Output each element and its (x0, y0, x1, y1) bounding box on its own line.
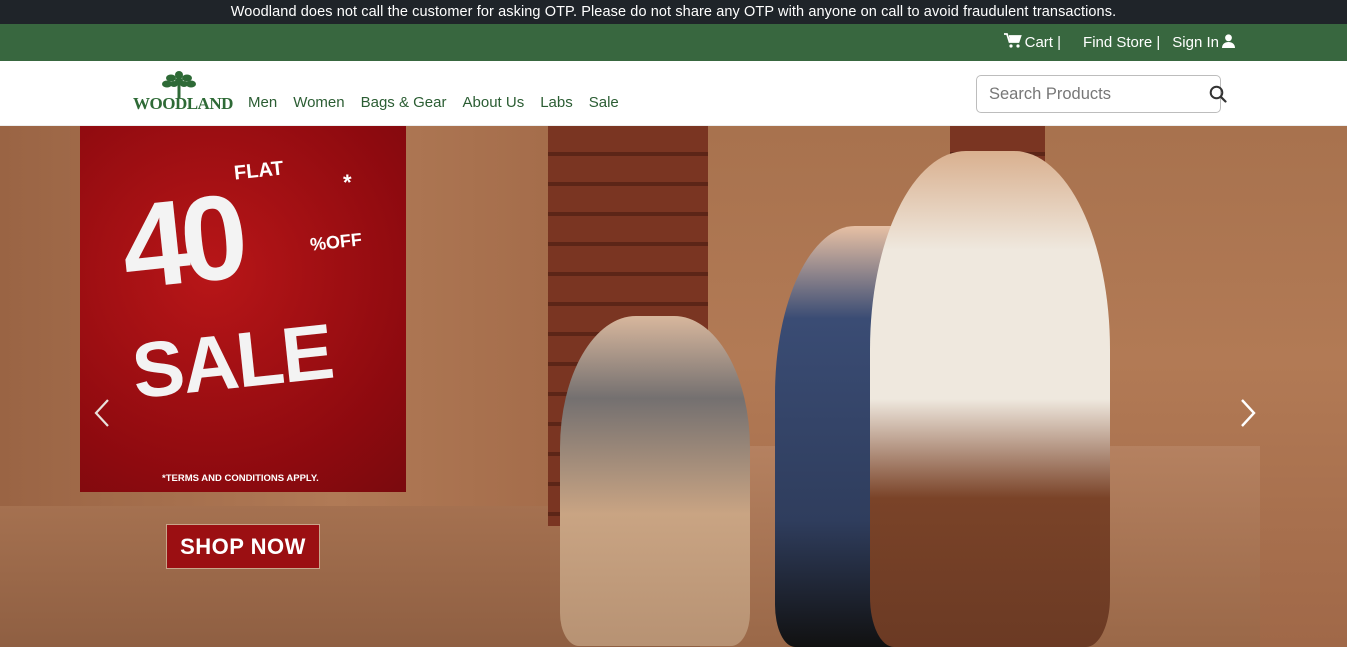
search-input[interactable] (989, 84, 1209, 104)
model-woman (560, 316, 750, 646)
chevron-right-icon (1237, 399, 1259, 434)
chevron-left-icon (92, 399, 114, 434)
otp-notice-text: Woodland does not call the customer for … (230, 4, 1117, 20)
sign-in-label: Sign In (1172, 34, 1219, 51)
main-menu: Men Women Bags & Gear About Us Labs Sale (248, 94, 635, 111)
menu-item-labs[interactable]: Labs (540, 94, 573, 111)
carousel-prev-button[interactable] (92, 396, 114, 430)
logo-text: WOODLAND (133, 94, 233, 113)
user-icon (1222, 33, 1235, 52)
shop-now-button[interactable]: SHOP NOW (166, 524, 320, 569)
carousel-next-button[interactable] (1237, 396, 1259, 430)
menu-item-about-us[interactable]: About Us (463, 94, 525, 111)
promo-sale-text: SALE (127, 306, 337, 416)
find-store-label: Find Store | (1083, 34, 1161, 51)
menu-item-sale[interactable]: Sale (589, 94, 619, 111)
search-icon[interactable] (1209, 85, 1227, 103)
promo-off-text: %OFF (309, 229, 363, 255)
sale-promo-card: FLAT 40 * %OFF SALE *TERMS AND CONDITION… (80, 126, 406, 492)
cart-label: Cart | (1024, 34, 1062, 51)
sign-in-link[interactable]: Sign In (1172, 33, 1235, 52)
utility-bar: Cart | Find Store | Sign In (0, 24, 1347, 61)
search-box (976, 75, 1227, 113)
promo-discount-number: 40 (115, 169, 247, 315)
promo-flat-text: FLAT (232, 157, 285, 185)
hero-banner[interactable]: FLAT 40 * %OFF SALE *TERMS AND CONDITION… (0, 126, 1347, 647)
main-header: WOODLAND Men Women Bags & Gear About Us … (0, 61, 1347, 126)
otp-notice-bar: Woodland does not call the customer for … (0, 0, 1347, 24)
find-store-link[interactable]: Find Store | (1083, 34, 1160, 51)
menu-item-bags-gear[interactable]: Bags & Gear (361, 94, 447, 111)
promo-terms-text: *TERMS AND CONDITIONS APPLY. (162, 473, 319, 484)
cart-icon (1003, 33, 1022, 52)
cart-link[interactable]: Cart | (1003, 33, 1062, 52)
menu-item-men[interactable]: Men (248, 94, 277, 111)
promo-asterisk: * (343, 170, 352, 195)
model-man-white-tshirt (870, 151, 1110, 647)
menu-item-women[interactable]: Women (293, 94, 344, 111)
woodland-logo[interactable]: WOODLAND (133, 70, 233, 114)
